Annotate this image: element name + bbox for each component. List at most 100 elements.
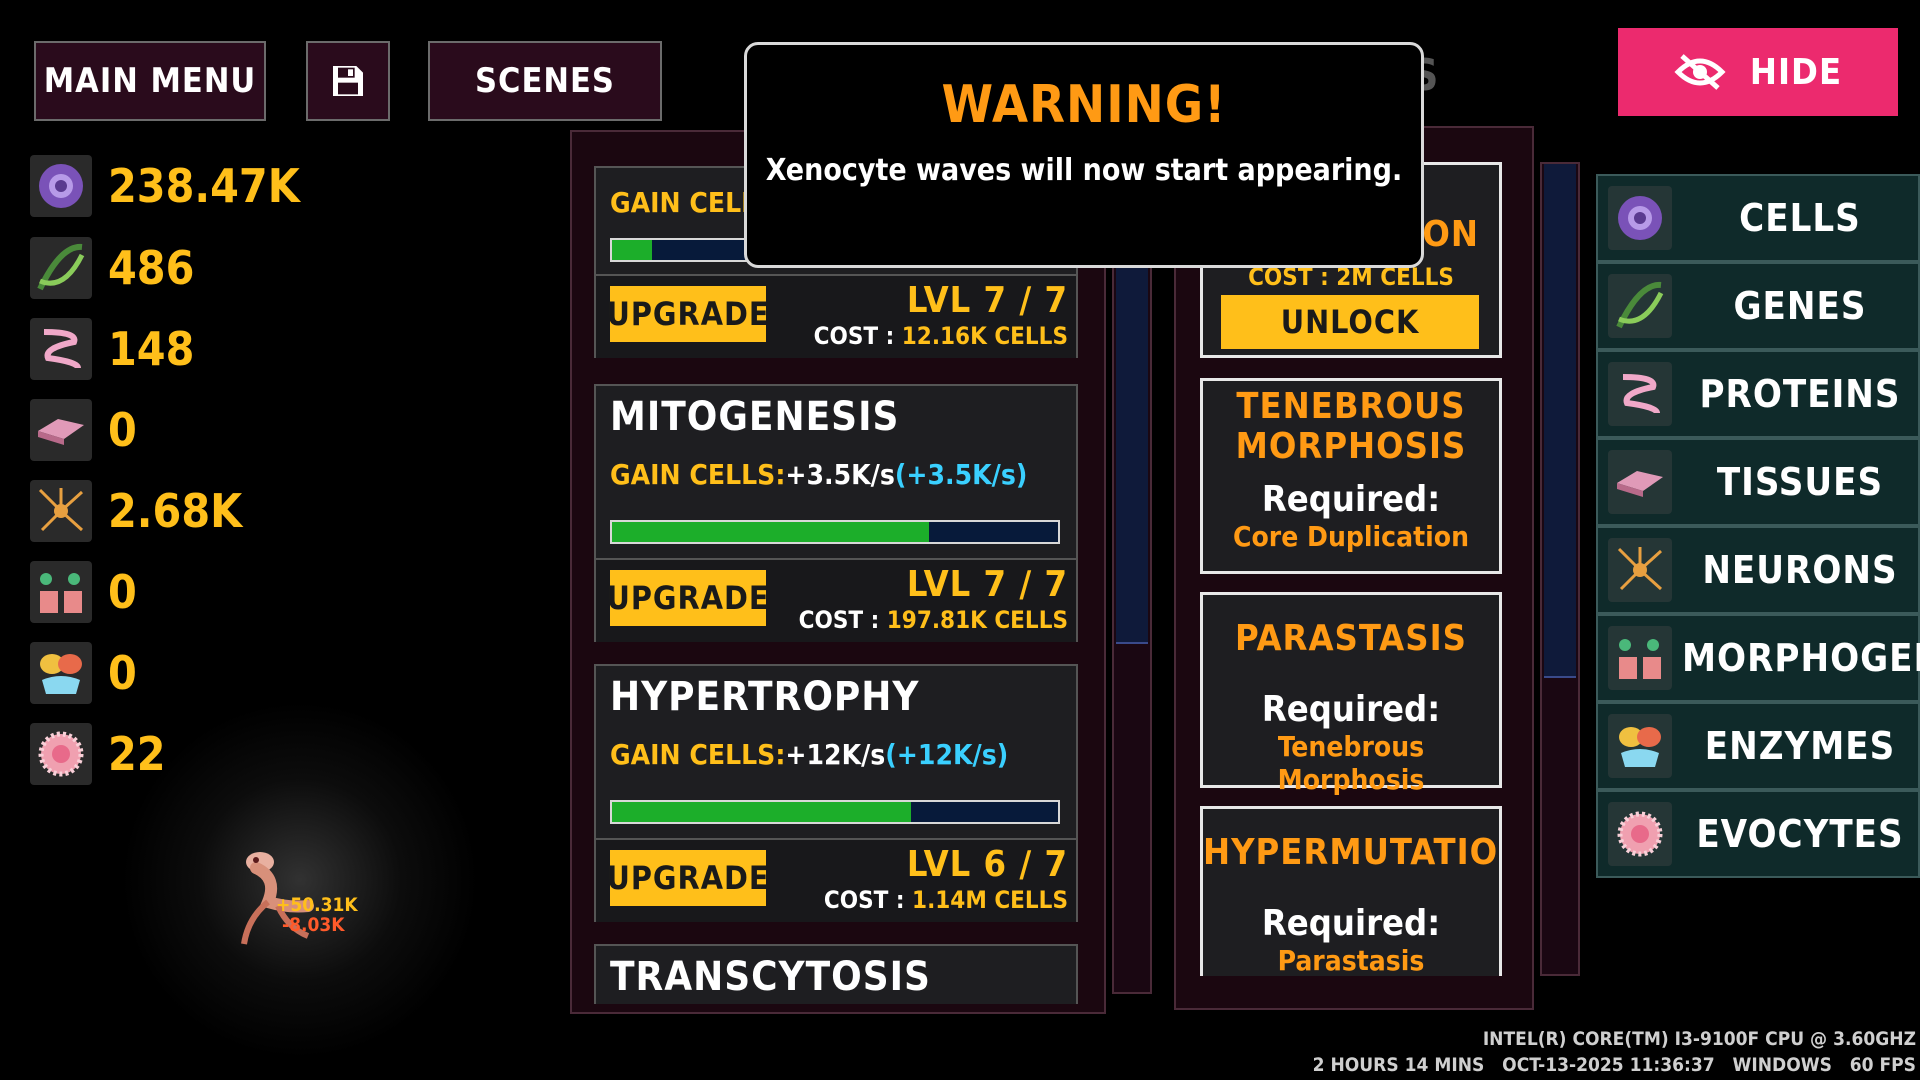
upgrade-card-transcytosis: TRANSCYTOSIS bbox=[594, 944, 1078, 1004]
cost-text: COST : 197.81K CELLS bbox=[798, 606, 1068, 634]
cpu-info: INTEL(R) CORE(TM) I3-9100F CPU @ 3.60GHZ bbox=[1482, 1028, 1916, 1050]
resource-morphogens: 0 bbox=[30, 558, 137, 626]
genes-icon bbox=[30, 237, 92, 299]
scroll-thumb[interactable] bbox=[1544, 164, 1576, 678]
tissues-icon bbox=[30, 399, 92, 461]
cost-text: COST : 1.14M CELLS bbox=[823, 886, 1068, 914]
scroll-thumb[interactable] bbox=[1116, 262, 1148, 644]
tab-proteins[interactable]: PROTEINS bbox=[1596, 350, 1920, 438]
genes-icon bbox=[1608, 274, 1672, 338]
cells-value: 238.47K bbox=[108, 159, 300, 213]
proteins-icon bbox=[30, 318, 92, 380]
enzymes-value: 0 bbox=[108, 646, 137, 700]
required-label: Required: bbox=[1261, 479, 1441, 520]
cells-icon bbox=[1608, 186, 1672, 250]
enzymes-icon bbox=[30, 642, 92, 704]
enzymes-icon bbox=[1608, 714, 1672, 778]
tab-evocytes[interactable]: EVOCYTES bbox=[1596, 790, 1920, 878]
tissues-value: 0 bbox=[108, 403, 137, 457]
resource-neurons: 2.68K bbox=[30, 477, 242, 545]
save-icon bbox=[333, 66, 363, 96]
research-title: TENEBROUS bbox=[1236, 386, 1466, 427]
card-title: HYPERTROPHY bbox=[610, 674, 920, 720]
progress-fill bbox=[612, 522, 929, 542]
upgrade-row: UPGRADE LVL 7 / 7 COST : 12.16K CELLS bbox=[596, 274, 1076, 358]
required-name: Tenebrous Morphosis bbox=[1277, 730, 1425, 796]
hide-label: HIDE bbox=[1749, 51, 1843, 93]
progress-bar bbox=[610, 800, 1060, 824]
required-name: Core Duplication bbox=[1232, 520, 1470, 553]
morphogens-value: 0 bbox=[108, 565, 137, 619]
unlock-button[interactable]: UNLOCK bbox=[1221, 295, 1479, 349]
gain-line: GAIN CELLS:+3.5K/s(+3.5K/s) bbox=[610, 458, 1028, 491]
tab-genes[interactable]: GENES bbox=[1596, 262, 1920, 350]
progress-fill bbox=[612, 240, 653, 260]
upgrade-card-mitogenesis: MITOGENESIS GAIN CELLS:+3.5K/s(+3.5K/s) … bbox=[594, 384, 1078, 642]
progress-fill bbox=[612, 802, 911, 822]
save-button[interactable] bbox=[306, 41, 390, 121]
level-text: LVL 7 / 7 bbox=[906, 280, 1068, 321]
upgrade-button[interactable]: UPGRADE bbox=[606, 570, 769, 626]
tab-tissues[interactable]: TISSUES bbox=[1596, 438, 1920, 526]
status-info: 2 HOURS 14 MINS OCT-13-2025 11:36:37 WIN… bbox=[1312, 1054, 1916, 1076]
evocytes-icon bbox=[1608, 802, 1672, 866]
research-title: PARASTASIS bbox=[1235, 618, 1467, 659]
scenes-button[interactable]: SCENES bbox=[428, 41, 662, 121]
upgrades-scrollbar[interactable] bbox=[1112, 260, 1152, 994]
tab-cells[interactable]: CELLS bbox=[1596, 174, 1920, 262]
eye-off-icon bbox=[1674, 54, 1726, 90]
research-scrollbar[interactable] bbox=[1540, 162, 1580, 976]
neurons-value: 2.68K bbox=[108, 484, 243, 538]
required-label: Required: bbox=[1261, 689, 1441, 730]
hide-button[interactable]: HIDE bbox=[1618, 28, 1898, 116]
level-text: LVL 6 / 7 bbox=[906, 844, 1068, 885]
cost-text: COST : 12.16K CELLS bbox=[813, 322, 1068, 350]
resource-evocytes: 22 bbox=[30, 720, 166, 788]
card-title: MITOGENESIS bbox=[610, 394, 900, 440]
gain-popup: +50.31K bbox=[276, 894, 358, 916]
tab-morphogens[interactable]: MORPHOGENS bbox=[1596, 614, 1920, 702]
neurons-icon bbox=[1608, 538, 1672, 602]
tissues-icon bbox=[1608, 450, 1672, 514]
required-name: Parastasis bbox=[1277, 944, 1425, 976]
genes-value: 486 bbox=[108, 241, 195, 295]
upgrade-row: UPGRADE LVL 7 / 7 COST : 197.81K CELLS bbox=[596, 558, 1076, 642]
cells-icon bbox=[30, 155, 92, 217]
loss-popup: -8.03K bbox=[282, 914, 345, 936]
resource-proteins: 148 bbox=[30, 315, 194, 383]
resource-enzymes: 0 bbox=[30, 639, 137, 707]
morphogens-icon bbox=[1608, 626, 1672, 690]
card-title: TRANSCYTOSIS bbox=[610, 954, 931, 1000]
warning-dialog[interactable]: WARNING! Xenocyte waves will now start a… bbox=[744, 42, 1424, 268]
evocytes-icon bbox=[30, 723, 92, 785]
warning-message: Xenocyte waves will now start appearing. bbox=[765, 153, 1403, 188]
neurons-icon bbox=[30, 480, 92, 542]
research-card-hypermutation: HYPERMUTATION Required: Parastasis bbox=[1200, 806, 1502, 976]
level-text: LVL 7 / 7 bbox=[906, 564, 1068, 605]
morphogens-icon bbox=[30, 561, 92, 623]
tab-neurons[interactable]: NEURONS bbox=[1596, 526, 1920, 614]
main-menu-label: MAIN MENU bbox=[43, 61, 257, 101]
research-title-line2: MORPHOSIS bbox=[1235, 426, 1467, 467]
upgrade-card-hypertrophy: HYPERTROPHY GAIN CELLS:+12K/s(+12K/s) UP… bbox=[594, 664, 1078, 922]
research-card-tenebrous-morphosis: TENEBROUS MORPHOSIS Required: Core Dupli… bbox=[1200, 378, 1502, 574]
research-title: HYPERMUTATION bbox=[1203, 832, 1502, 873]
gain-line: GAIN CELLS:+12K/s(+12K/s) bbox=[610, 738, 1009, 771]
evocytes-value: 22 bbox=[108, 727, 166, 781]
resource-genes: 486 bbox=[30, 234, 194, 302]
research-title-partial: ON bbox=[1422, 214, 1479, 255]
progress-bar bbox=[610, 520, 1060, 544]
upgrade-button[interactable]: UPGRADE bbox=[606, 286, 769, 342]
proteins-value: 148 bbox=[108, 322, 195, 376]
upgrade-row: UPGRADE LVL 6 / 7 COST : 1.14M CELLS bbox=[596, 838, 1076, 922]
resource-tissues: 0 bbox=[30, 396, 137, 464]
proteins-icon bbox=[1608, 362, 1672, 426]
category-tabs: CELLS GENES PROTEINS TISSUES NEURONS MOR… bbox=[1596, 174, 1920, 878]
required-label: Required: bbox=[1261, 903, 1441, 944]
scenes-label: SCENES bbox=[475, 61, 615, 101]
upgrade-button[interactable]: UPGRADE bbox=[606, 850, 769, 906]
main-menu-button[interactable]: MAIN MENU bbox=[34, 41, 266, 121]
warning-title: WARNING! bbox=[941, 75, 1227, 135]
tab-enzymes[interactable]: ENZYMES bbox=[1596, 702, 1920, 790]
research-card-parastasis: PARASTASIS Required: Tenebrous Morphosis bbox=[1200, 592, 1502, 796]
